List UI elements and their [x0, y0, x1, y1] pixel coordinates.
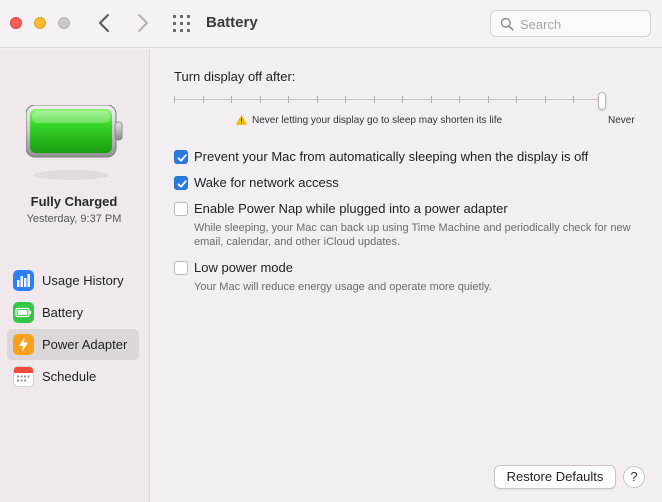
restore-defaults-button[interactable]: Restore Defaults	[494, 465, 616, 489]
slider-knob[interactable]	[598, 92, 606, 110]
slider-tick	[374, 96, 375, 103]
title-bar: Battery	[0, 0, 662, 48]
power-nap-label: Enable Power Nap while plugged into a po…	[194, 201, 508, 216]
slider-tick	[174, 96, 175, 103]
usage-history-icon	[13, 270, 34, 291]
slider-tick	[231, 96, 232, 103]
show-all-grid-icon[interactable]	[173, 15, 191, 33]
prevent-sleep-label: Prevent your Mac from automatically slee…	[194, 149, 589, 164]
search-box[interactable]	[490, 10, 651, 37]
minimize-window-button[interactable]	[34, 17, 46, 29]
sidebar: Fully Charged Yesterday, 9:37 PM Usage H…	[0, 49, 150, 502]
back-button[interactable]	[95, 11, 115, 35]
low-power-mode-description: Your Mac will reduce energy usage and op…	[194, 281, 492, 293]
slider-tick	[288, 96, 289, 103]
window-title: Battery	[206, 14, 258, 31]
zoom-window-button[interactable]	[58, 17, 70, 29]
help-button[interactable]: ?	[623, 466, 645, 488]
sleep-warning: Never letting your display go to sleep m…	[236, 115, 502, 126]
slider-tick	[431, 96, 432, 103]
chevron-right-icon	[138, 14, 148, 32]
battery-status-title: Fully Charged	[30, 194, 118, 209]
slider-tick	[260, 96, 261, 103]
sidebar-item-label: Schedule	[42, 369, 97, 384]
slider-tick	[516, 96, 517, 103]
display-off-slider[interactable]	[174, 92, 606, 112]
slider-tick	[573, 96, 574, 103]
low-power-mode-label: Low power mode	[194, 260, 293, 275]
slider-tick	[317, 96, 318, 103]
search-input[interactable]	[520, 15, 645, 33]
sidebar-item-label: Usage History	[42, 273, 124, 288]
wake-network-label: Wake for network access	[194, 175, 339, 190]
close-window-button[interactable]	[10, 17, 22, 29]
power-nap-description: While sleeping, your Mac can back up usi…	[194, 222, 631, 248]
slider-track	[174, 99, 606, 100]
checkmark-icon	[177, 154, 187, 162]
calendar-icon	[13, 366, 34, 387]
prevent-sleep-checkbox[interactable]	[174, 150, 188, 164]
wake-network-checkbox[interactable]	[174, 176, 188, 190]
slider-end-label: Never	[608, 115, 635, 126]
slider-tick	[203, 96, 204, 103]
sidebar-item-battery[interactable]: Battery	[7, 297, 139, 328]
power-nap-checkbox[interactable]	[174, 202, 188, 216]
display-off-label: Turn display off after:	[174, 69, 296, 84]
battery-status-icon	[25, 104, 124, 192]
chevron-left-icon	[99, 14, 109, 32]
low-power-mode-checkbox[interactable]	[174, 261, 188, 275]
power-adapter-icon	[13, 334, 34, 355]
sleep-warning-text: Never letting your display go to sleep m…	[252, 115, 503, 126]
forward-button[interactable]	[133, 11, 153, 35]
search-icon	[500, 17, 514, 31]
slider-tick	[545, 96, 546, 103]
slider-tick	[488, 96, 489, 103]
main-panel: Turn display off after: Never letting yo…	[150, 49, 662, 502]
sidebar-item-usage-history[interactable]: Usage History	[7, 265, 139, 296]
sidebar-item-schedule[interactable]: Schedule	[7, 361, 139, 392]
battery-status-time: Yesterday, 9:37 PM	[26, 213, 122, 225]
slider-tick	[402, 96, 403, 103]
checkmark-icon	[177, 180, 187, 188]
warning-icon	[236, 115, 247, 125]
slider-tick	[345, 96, 346, 103]
sidebar-item-label: Power Adapter	[42, 337, 128, 352]
slider-tick	[459, 96, 460, 103]
sidebar-item-label: Battery	[42, 305, 84, 320]
sidebar-item-power-adapter[interactable]: Power Adapter	[7, 329, 139, 360]
battery-icon	[13, 302, 34, 323]
